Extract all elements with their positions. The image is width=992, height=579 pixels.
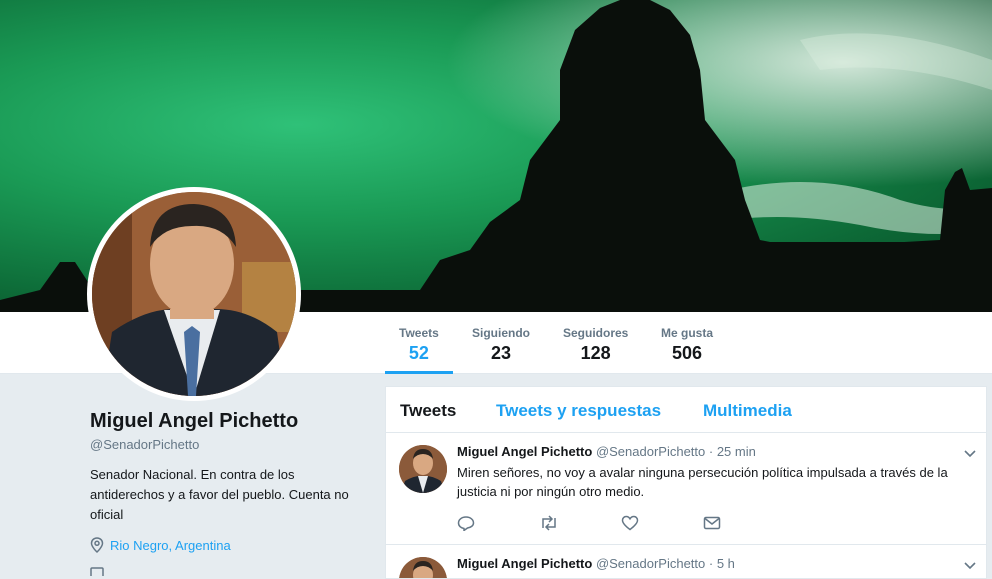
stat-likes-label: Me gusta: [661, 326, 714, 340]
tweet-header: Miguel Angel Pichetto @SenadorPichetto ·…: [457, 556, 735, 571]
profile-bio: Senador Nacional. En contra de los antid…: [90, 467, 349, 522]
reply-icon[interactable]: [457, 515, 539, 531]
chevron-down-icon[interactable]: [964, 445, 976, 463]
profile-location[interactable]: Rio Negro, Argentina: [90, 537, 370, 553]
profile-info: Miguel Angel Pichetto @SenadorPichetto S…: [90, 410, 370, 579]
tweet-timestamp[interactable]: · 25 min: [709, 444, 756, 459]
stat-tweets-count: 52: [408, 343, 429, 363]
tweet-avatar[interactable]: [399, 445, 447, 493]
tweet-text: Miren señores, no voy a avalar ninguna p…: [457, 465, 948, 499]
tweet-author-handle[interactable]: @SenadorPichetto: [596, 444, 705, 459]
stat-followers-label: Seguidores: [563, 326, 629, 340]
profile-location-text: Rio Negro, Argentina: [110, 537, 231, 553]
stat-tweets-label: Tweets: [399, 326, 439, 340]
tweet-author-name[interactable]: Miguel Angel Pichetto: [457, 556, 592, 571]
location-pin-icon: [90, 537, 104, 553]
retweet-icon[interactable]: [539, 515, 621, 531]
stat-likes-count: 506: [671, 343, 703, 363]
chevron-down-icon[interactable]: [964, 557, 976, 575]
tweet-author-handle[interactable]: @SenadorPichetto: [596, 556, 705, 571]
tab-tweets[interactable]: Tweets: [400, 401, 456, 421]
stat-following-count: 23: [490, 343, 512, 363]
tweet-author-name[interactable]: Miguel Angel Pichetto: [457, 444, 592, 459]
profile-handle[interactable]: @SenadorPichetto: [90, 437, 370, 452]
stat-following-label: Siguiendo: [472, 326, 530, 340]
timeline-tabs: Tweets Tweets y respuestas Multimedia: [386, 387, 986, 433]
stat-followers[interactable]: Seguidores 128: [563, 326, 628, 364]
profile-avatar[interactable]: [87, 187, 301, 401]
tweet-item[interactable]: Miguel Angel Pichetto @SenadorPichetto ·…: [386, 545, 986, 578]
tweet-avatar[interactable]: [399, 557, 447, 578]
timeline: Tweets Tweets y respuestas Multimedia Mi…: [385, 386, 987, 579]
stat-tweets[interactable]: Tweets 52: [385, 326, 453, 374]
profile-name: Miguel Angel Pichetto: [90, 410, 299, 432]
tweet-header: Miguel Angel Pichetto @SenadorPichetto ·…: [457, 444, 756, 459]
stat-following[interactable]: Siguiendo 23: [472, 326, 530, 364]
stat-likes[interactable]: Me gusta 506: [661, 326, 713, 364]
like-heart-icon[interactable]: [621, 515, 703, 531]
direct-message-icon[interactable]: [703, 515, 785, 531]
tweet-actions: [457, 515, 785, 531]
tweet-item[interactable]: Miguel Angel Pichetto @SenadorPichetto ·…: [386, 433, 986, 545]
avatar-photo: [92, 192, 296, 396]
stat-followers-count: 128: [580, 343, 611, 363]
tab-media[interactable]: Multimedia: [703, 401, 792, 421]
tab-tweets-and-replies[interactable]: Tweets y respuestas: [496, 401, 661, 421]
tweet-timestamp[interactable]: · 5 h: [709, 556, 735, 571]
calendar-icon: [90, 563, 370, 579]
